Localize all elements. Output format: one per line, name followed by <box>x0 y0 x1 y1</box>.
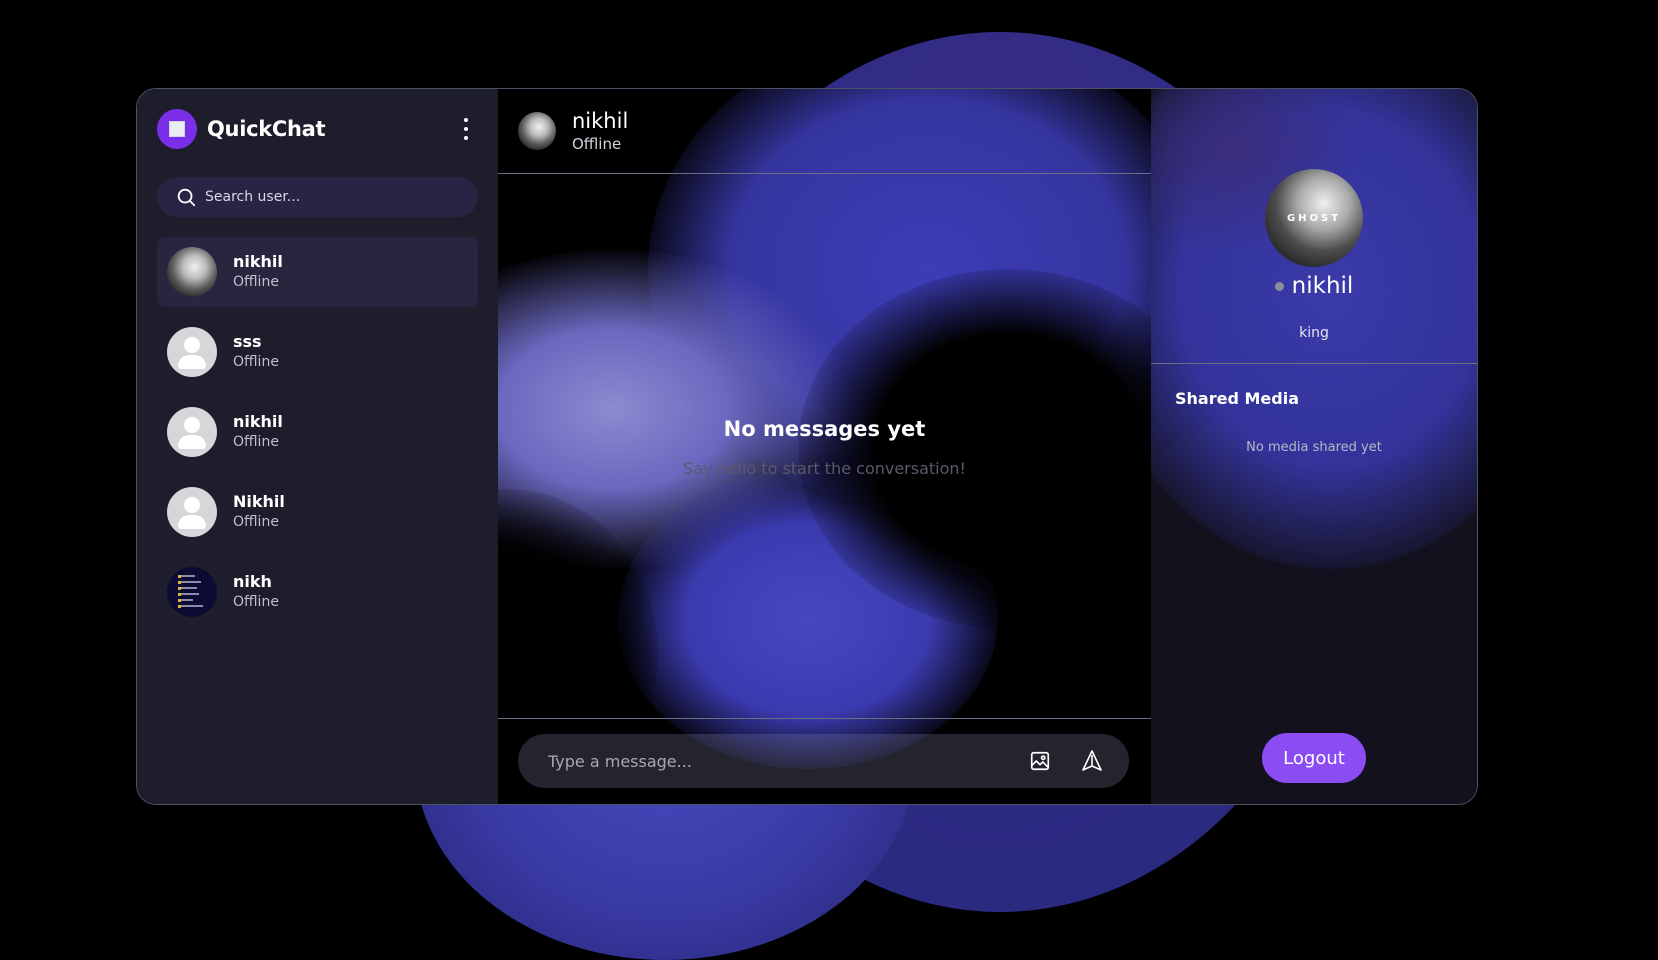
user-status: Offline <box>233 514 279 530</box>
user-name: nikhil <box>233 412 283 431</box>
broken-image-icon <box>169 121 185 137</box>
search-bar <box>157 177 478 217</box>
chat-header-name: nikhil <box>572 109 629 133</box>
avatar-image-text: GHOST <box>1286 213 1342 224</box>
brand: QuickChat <box>157 109 478 149</box>
user-list-item[interactable]: nikhil Offline <box>157 237 478 307</box>
chat-footer <box>498 718 1151 804</box>
avatar <box>167 247 217 297</box>
message-input[interactable] <box>548 751 1008 771</box>
user-status: Offline <box>233 354 279 370</box>
empty-state: No messages yet Say hello to start the c… <box>498 417 1151 478</box>
default-user-icon <box>167 487 217 537</box>
profile-bio: king <box>1299 325 1329 341</box>
chat-header-status: Offline <box>572 135 622 153</box>
offline-status-dot <box>1274 281 1284 291</box>
chat-header: nikhil Offline <box>498 89 1151 174</box>
chat-header-avatar <box>518 112 556 150</box>
avatar <box>167 567 217 617</box>
user-list-item[interactable]: Nikhil Offline <box>157 477 478 547</box>
sidebar: QuickChat nikhil Offline sss Offline <box>137 89 498 804</box>
user-status: Offline <box>233 274 279 290</box>
image-upload-icon[interactable] <box>1029 750 1051 772</box>
logout-button[interactable]: Logout <box>1262 733 1366 783</box>
brand-logo <box>157 109 197 149</box>
search-input[interactable] <box>205 189 455 205</box>
user-name: Nikhil <box>233 492 285 511</box>
search-icon <box>177 188 196 207</box>
user-name: nikhil <box>233 252 283 271</box>
shared-media-title: Shared Media <box>1175 389 1299 408</box>
user-status: Offline <box>233 434 279 450</box>
chat-panel: nikhil Offline No messages yet Say hello… <box>498 89 1151 804</box>
default-user-icon <box>167 327 217 377</box>
send-icon[interactable] <box>1080 749 1104 773</box>
user-list-item[interactable]: nikhil Offline <box>157 397 478 467</box>
app-window: QuickChat nikhil Offline sss Offline <box>136 88 1478 805</box>
user-name: nikh <box>233 572 272 591</box>
user-list-item[interactable]: sss Offline <box>157 317 478 387</box>
more-menu-icon[interactable] <box>456 118 476 140</box>
default-user-icon <box>167 407 217 457</box>
message-composer <box>518 734 1129 788</box>
profile-name: nikhil <box>1291 273 1354 299</box>
profile-header: GHOST nikhil king <box>1151 89 1477 364</box>
profile-panel: GHOST nikhil king Shared Media No media … <box>1151 89 1477 804</box>
user-status: Offline <box>233 594 279 610</box>
empty-state-subtitle: Say hello to start the conversation! <box>683 459 966 478</box>
user-name: sss <box>233 332 262 351</box>
user-list: nikhil Offline sss Offline nikhil Offlin… <box>157 237 478 627</box>
profile-avatar: GHOST <box>1265 169 1363 267</box>
app-name: QuickChat <box>207 117 326 141</box>
empty-state-title: No messages yet <box>723 417 926 441</box>
shared-media-empty: No media shared yet <box>1246 440 1382 455</box>
user-list-item[interactable]: nikh Offline <box>157 557 478 627</box>
